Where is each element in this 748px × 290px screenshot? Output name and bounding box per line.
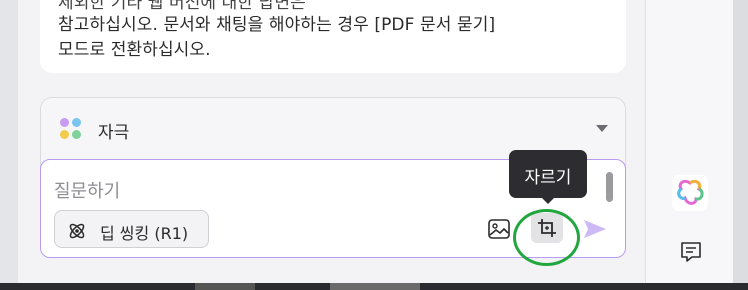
crop-button[interactable] [531,213,563,243]
taskbar-strip [0,283,748,290]
atom-icon [69,223,85,239]
send-icon[interactable] [582,218,608,240]
tooltip-text: 자르기 [524,168,572,188]
tooltip-arrow [541,197,555,204]
left-rail [0,0,18,290]
input-scrollbar[interactable] [606,172,613,202]
chat-icon[interactable] [679,240,703,264]
image-icon[interactable] [487,218,511,240]
app-logo-icon[interactable] [672,175,708,211]
assistant-message-card: 제외한 기타 웹 버전에 대한 답변은 참고하십시오. 문서와 채팅을 해야하는… [40,0,626,73]
caret-down-icon[interactable] [596,125,608,132]
window-edge [733,0,748,290]
deep-thinking-button[interactable]: 딥 씽킹 (R1) [54,210,209,248]
crop-tooltip: 자르기 [509,150,587,198]
four-dots-icon [60,118,82,140]
message-line: 모드로 전환하십시오. [58,40,211,60]
message-line: 참고하십시오. 문서와 채팅을 해야하는 경우 [PDF 문서 묻기] [58,15,496,35]
stimulus-label: 자극 [98,123,130,143]
crop-icon [538,219,556,237]
input-placeholder: 질문하기 [54,181,121,202]
deep-thinking-label: 딥 씽킹 (R1) [100,224,189,243]
